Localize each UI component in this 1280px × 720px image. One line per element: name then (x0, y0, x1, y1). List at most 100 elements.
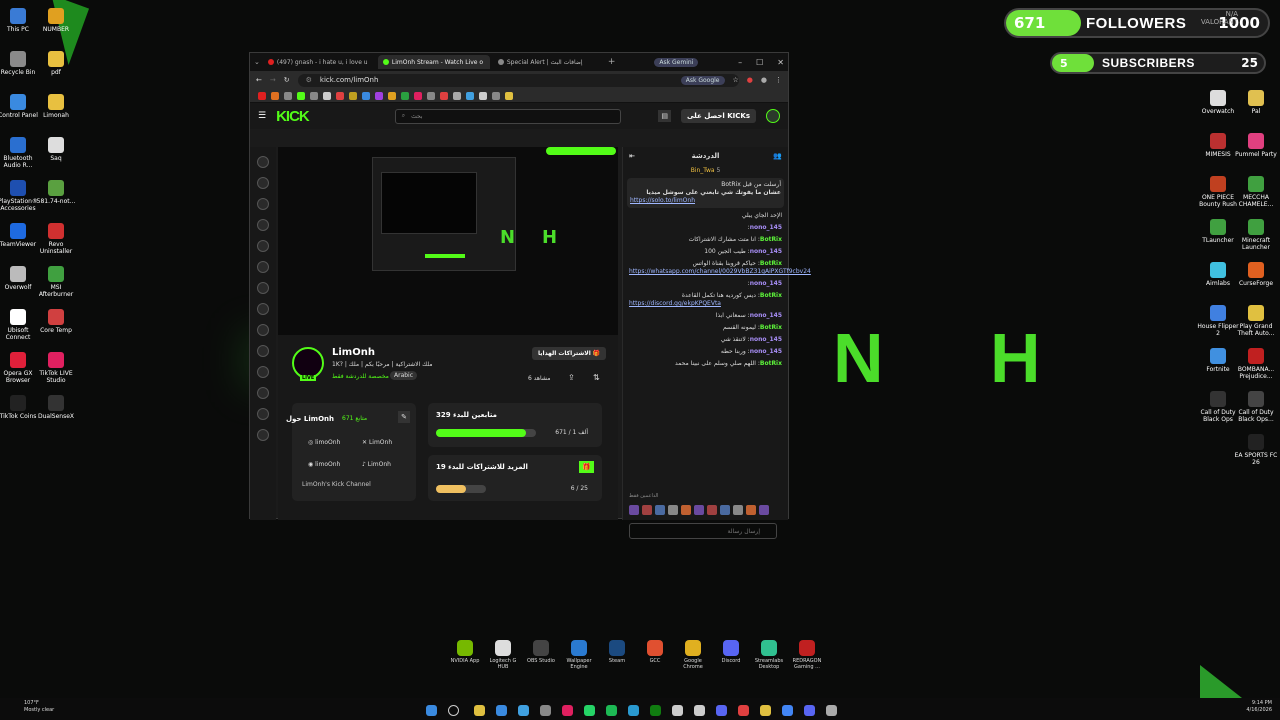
taskbar-app-icon[interactable] (782, 705, 793, 716)
emote-icon[interactable] (720, 505, 730, 515)
desktop-icon[interactable]: Revo Uninstaller (34, 223, 78, 255)
taskbar-app-icon[interactable] (562, 705, 573, 716)
channel-avatar[interactable] (257, 261, 269, 273)
desktop-icon[interactable]: EA SPORTS FC 26 (1234, 434, 1278, 466)
avatar[interactable] (766, 109, 780, 123)
bookmark-icon[interactable] (349, 91, 357, 100)
emote-icon[interactable] (642, 505, 652, 515)
bookmark-icon[interactable] (466, 91, 474, 100)
edit-icon[interactable]: ✎ (398, 411, 410, 423)
desktop-icon[interactable]: BOMBANA... Prejudice... (1234, 348, 1278, 380)
emote-icon[interactable] (655, 505, 665, 515)
emote-icon[interactable] (668, 505, 678, 515)
desktop-icon[interactable]: Core Temp (34, 309, 78, 334)
get-kicks-button[interactable]: احصل على KICKs (681, 109, 756, 123)
bookmark-icon[interactable] (362, 91, 370, 100)
star-icon[interactable]: ☆ (733, 76, 739, 84)
dock-app[interactable]: Wallpaper Engine (564, 640, 594, 670)
bookmark-icon[interactable] (323, 91, 331, 100)
chat-username[interactable]: BotRix (760, 260, 782, 267)
bookmark-icon[interactable] (336, 91, 344, 100)
bookmark-icon[interactable] (440, 91, 448, 100)
back-icon[interactable]: ← (256, 76, 262, 84)
browse-icon[interactable] (257, 177, 269, 189)
social-x[interactable]: ✕ LimOnh (362, 439, 392, 446)
chat-link[interactable]: https://discord.gg/ekpKPQEVta (629, 300, 782, 308)
chat-username[interactable]: nono_145 (750, 248, 782, 255)
emote-icon[interactable] (733, 505, 743, 515)
reload-icon[interactable]: ↻ (284, 76, 290, 84)
desktop-icon[interactable]: MECCHA CHAMELE... (1234, 176, 1278, 208)
emote-icon[interactable] (707, 505, 717, 515)
share-icon[interactable]: ⇪ (568, 373, 575, 382)
clock[interactable]: 9:14 PM 4/16/2026 (1236, 700, 1272, 714)
dock-app[interactable]: Streamlabs Desktop (754, 640, 784, 670)
channel-avatar[interactable] (257, 408, 269, 420)
collapse-icon[interactable]: ⇤ (629, 152, 635, 160)
bookmark-icon[interactable] (492, 91, 500, 100)
channel-avatar[interactable] (257, 282, 269, 294)
tab-list-icon[interactable]: ⌄ (254, 58, 260, 66)
bookmark-icon[interactable] (427, 91, 435, 100)
bookmark-icon[interactable] (310, 91, 318, 100)
taskbar-app-icon[interactable] (628, 705, 639, 716)
bookmark-icon[interactable] (258, 91, 266, 100)
desktop-icon[interactable]: pdf (34, 51, 78, 76)
chat-username[interactable]: BotRix (760, 236, 782, 243)
dock-app[interactable]: Steam (602, 640, 632, 670)
bookmark-icon[interactable] (479, 91, 487, 100)
channel-avatar[interactable] (257, 366, 269, 378)
chat-username[interactable]: BotRix (760, 360, 782, 367)
dock-app[interactable]: NVIDIA App (450, 640, 480, 670)
taskbar-app-icon[interactable] (496, 705, 507, 716)
kick-channel-link[interactable]: LimOnh's Kick Channel (302, 481, 371, 488)
chat-username[interactable]: nono_145 (750, 348, 782, 355)
maximize-icon[interactable]: ☐ (756, 58, 763, 67)
dock-app[interactable]: REDRAGON Gaming ... (792, 640, 822, 670)
taskbar-app-icon[interactable] (694, 705, 705, 716)
desktop-icon[interactable]: NUMBER (34, 8, 78, 33)
chat-username[interactable]: nono_145 (750, 336, 782, 343)
emote-icon[interactable] (694, 505, 704, 515)
menu-icon[interactable]: ⋮ (775, 76, 782, 84)
channel-avatar[interactable] (257, 240, 269, 252)
taskbar-app-icon[interactable] (804, 705, 815, 716)
chat-username[interactable]: BotRix (760, 292, 782, 299)
dock-app[interactable]: Google Chrome (678, 640, 708, 670)
social-tiktok[interactable]: ♪ LimOnh (362, 461, 391, 468)
desktop-icon[interactable]: TikTok LIVE Studio (34, 352, 78, 384)
tab-special-alert[interactable]: Special Alert | إضافات البث (493, 55, 605, 69)
tab-youtube[interactable]: (497) gnash - i hate u, i love u (263, 55, 375, 69)
gift-icon[interactable]: 🎁 (579, 461, 594, 473)
weather-widget[interactable]: 107°F Mostly clear (24, 700, 54, 714)
desktop-icon[interactable]: Limonah (34, 94, 78, 119)
hamburger-icon[interactable]: ☰ (258, 111, 266, 121)
ask-google-button[interactable]: Ask Google (680, 75, 725, 85)
desktop-icon[interactable]: Play Grand Theft Auto... (1234, 305, 1278, 337)
channel-avatar[interactable] (257, 345, 269, 357)
users-icon[interactable]: 👥 (773, 152, 782, 160)
chat-username[interactable]: nono_145 (750, 312, 782, 319)
bookmark-icon[interactable] (414, 91, 422, 100)
pinned-link[interactable]: https://solo.to/limOnh (630, 197, 781, 205)
ask-gemini-button[interactable]: Ask Gemini (654, 57, 699, 67)
chat-input[interactable]: إرسال رسالة (629, 523, 777, 539)
minimize-icon[interactable]: – (738, 58, 742, 67)
extension-icon[interactable]: ● (761, 76, 767, 84)
desktop-icon[interactable]: Call of Duty Black Ops... (1234, 391, 1278, 423)
close-icon[interactable]: ✕ (777, 58, 784, 67)
channel-avatar[interactable] (257, 303, 269, 315)
dock-app[interactable]: OBS Studio (526, 640, 556, 670)
dock-app[interactable]: GCC (640, 640, 670, 670)
gift-subs-button[interactable]: الاشتراكات الهدايا 🎁 (532, 347, 607, 360)
home-icon[interactable] (257, 156, 269, 168)
desktop-icon[interactable]: 581.74-not... (34, 180, 78, 205)
bookmark-icon[interactable] (401, 91, 409, 100)
dock-app[interactable]: Logitech G HUB (488, 640, 518, 670)
channel-avatar[interactable] (257, 387, 269, 399)
bookmark-icon[interactable] (453, 91, 461, 100)
kick-logo[interactable]: KICK (276, 108, 310, 125)
following-icon[interactable] (257, 198, 269, 210)
desktop-icon[interactable]: Pummel Party (1234, 133, 1278, 158)
desktop-icon[interactable]: CurseForge (1234, 262, 1278, 287)
